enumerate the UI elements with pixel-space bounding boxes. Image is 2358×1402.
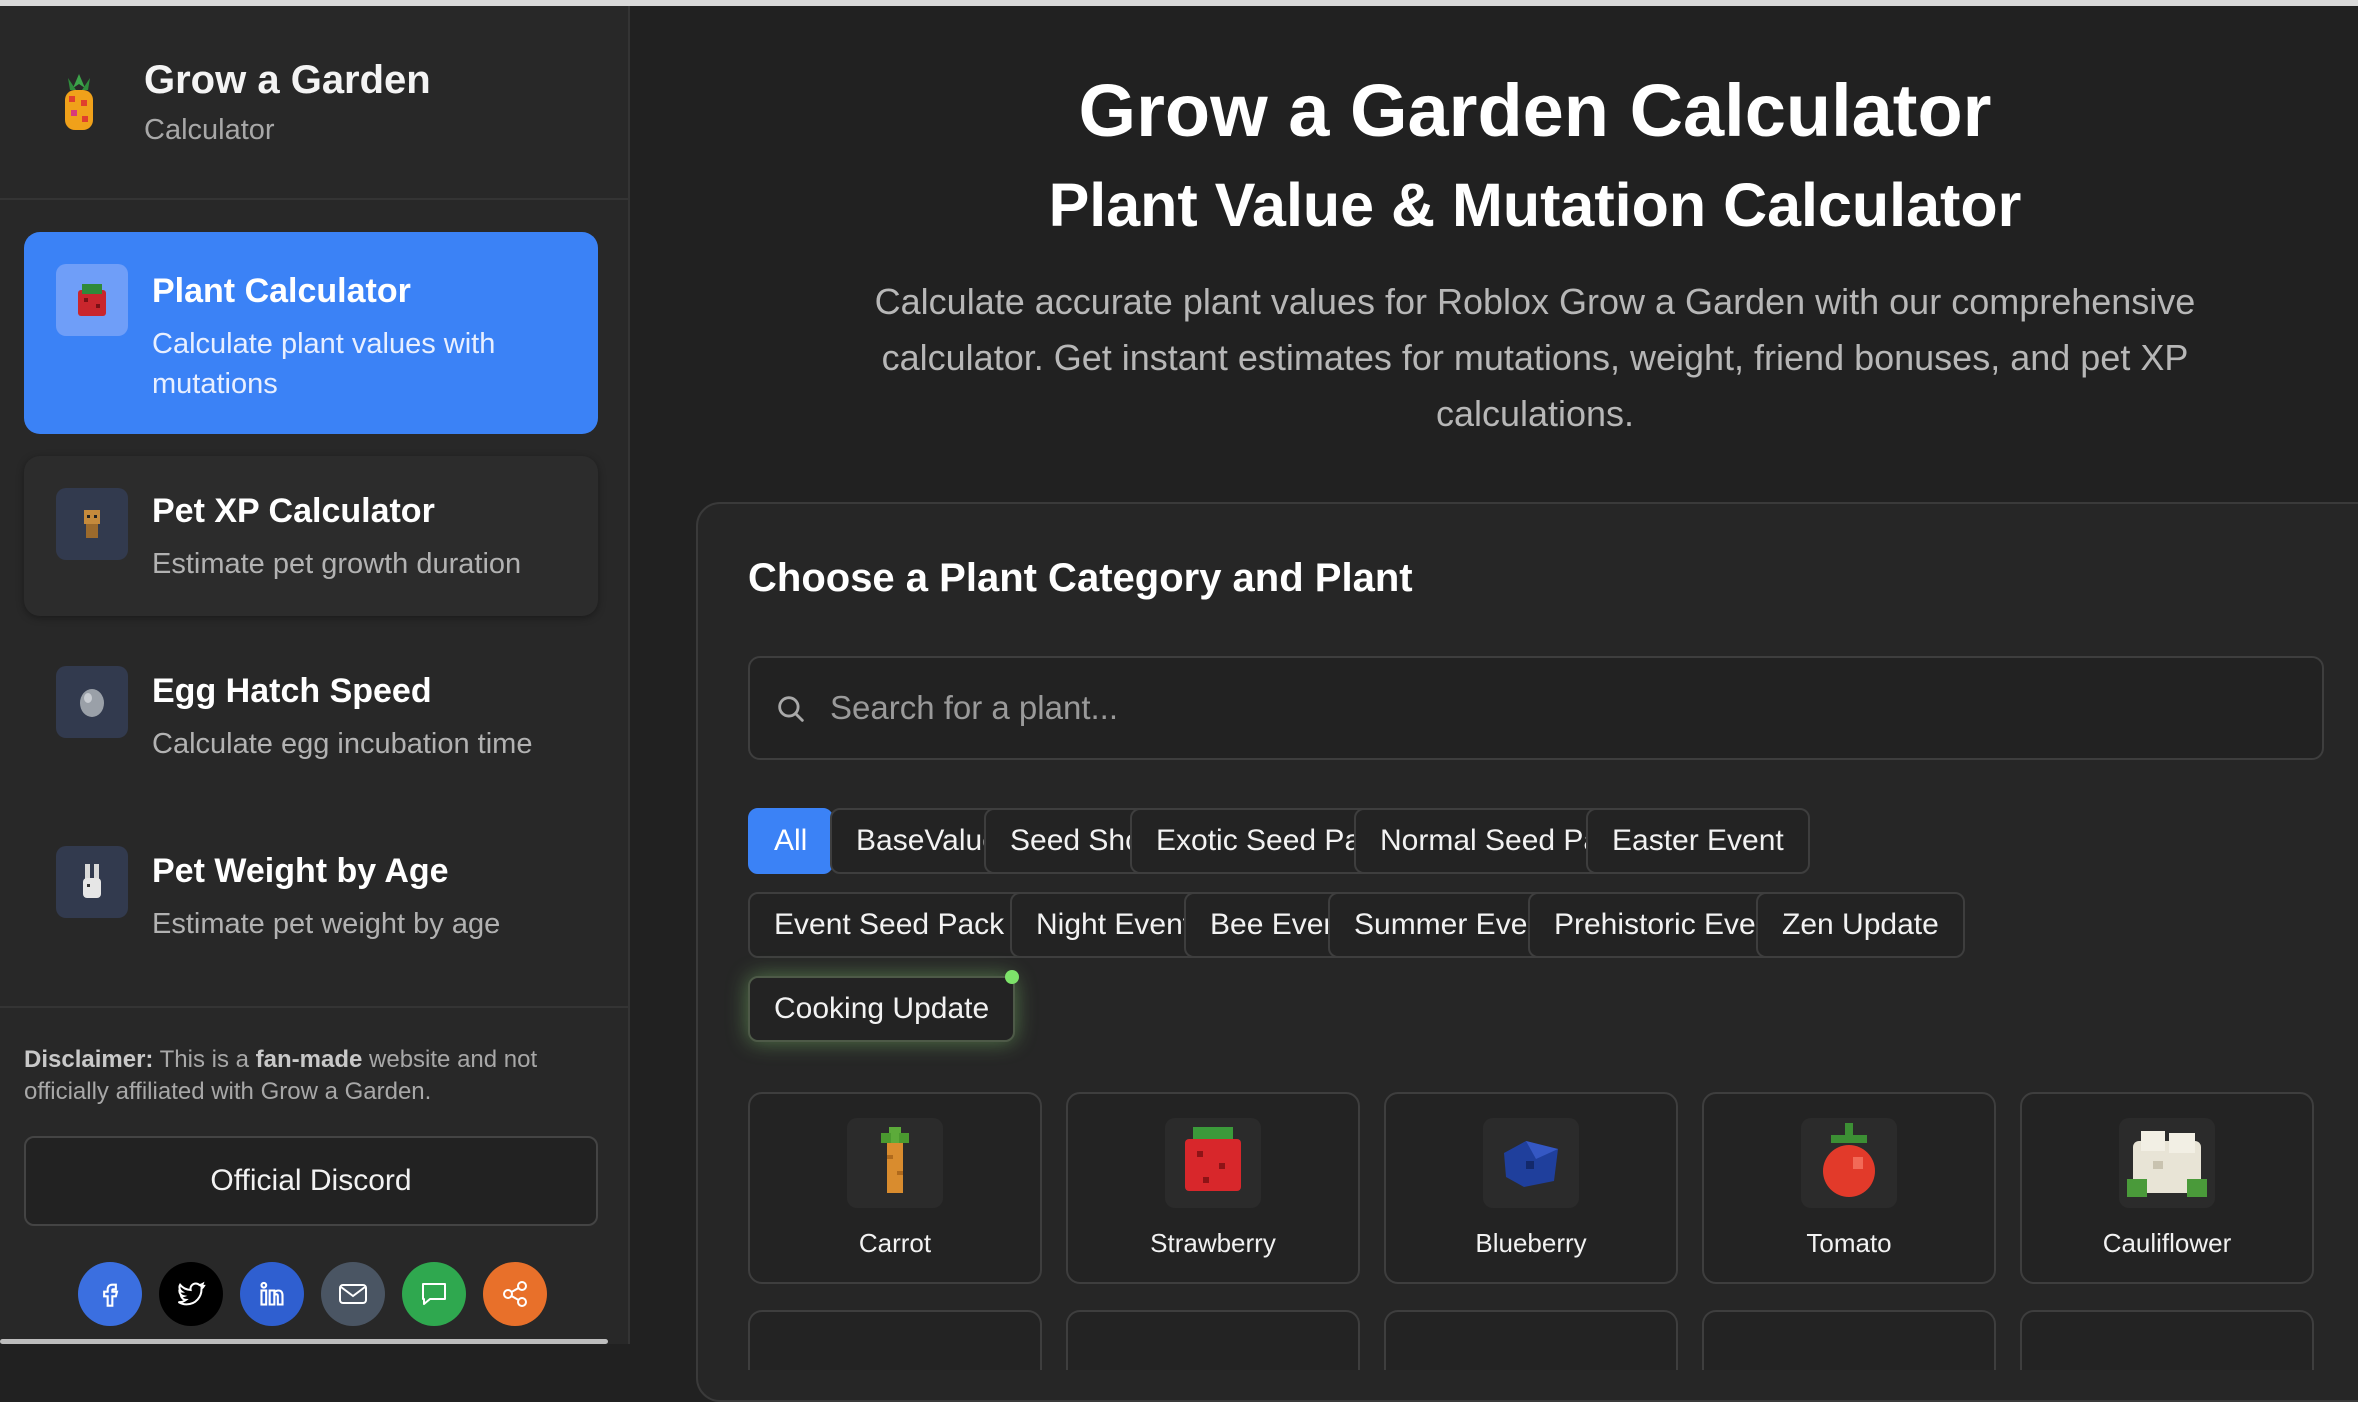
egg-icon (56, 666, 128, 738)
plant-name: Blueberry (1475, 1228, 1587, 1258)
new-indicator-dot (1005, 970, 1020, 984)
plant-card-carrot[interactable]: Carrot (748, 1092, 1042, 1284)
nav-title: Pet Weight by Age (152, 852, 449, 890)
page-title: Grow a Garden Calculator (1078, 69, 1992, 152)
category-chip-event-seed-pack[interactable]: Event Seed Pack (748, 892, 1031, 958)
tomato-icon (1801, 1118, 1897, 1208)
plant-card[interactable] (1384, 1310, 1678, 1370)
category-chip-cooking-update[interactable]: Cooking Update (748, 970, 1020, 1042)
plant-card[interactable] (748, 1310, 1042, 1370)
chip-label: Cooking Update (774, 992, 990, 1025)
nav-title: Plant Calculator (152, 272, 411, 310)
search-icon (778, 696, 804, 722)
plant-picker-panel: Choose a Plant Category and Plant All Ba… (696, 502, 2358, 1402)
brand-title: Grow a Garden (144, 58, 431, 102)
cauliflower-icon (2119, 1118, 2215, 1208)
category-chip-zen-update[interactable]: Zen Update (1756, 892, 1965, 958)
page-subtitle: Plant Value & Mutation Calculator (1048, 171, 2022, 239)
email-icon[interactable] (321, 1262, 385, 1326)
pineapple-icon (65, 74, 93, 130)
plant-card-blueberry[interactable]: Blueberry (1384, 1092, 1678, 1284)
sidebar-footer: Disclaimer: This is a fan-made website a… (0, 1006, 628, 1344)
plant-card[interactable] (1066, 1310, 1360, 1370)
nav-item-pet-weight-by-age[interactable]: Pet Weight by Age Estimate pet weight by… (24, 816, 598, 976)
sms-icon[interactable] (402, 1262, 466, 1326)
nav-description: Calculate plant values with mutations (152, 328, 496, 400)
share-icon[interactable] (483, 1262, 547, 1326)
plant-card-strawberry[interactable]: Strawberry (1066, 1092, 1360, 1284)
plant-card[interactable] (1702, 1310, 1996, 1370)
plant-card[interactable] (2020, 1310, 2314, 1370)
brand-header[interactable]: Grow a Garden Calculator (0, 6, 628, 200)
plant-name: Carrot (858, 1228, 932, 1258)
panel-title: Choose a Plant Category and Plant (748, 556, 1413, 600)
search-input[interactable] (830, 658, 2290, 758)
main-content: Grow a Garden Calculator Plant Value & M… (632, 6, 2358, 1402)
disclaimer-emphasis: fan-made (255, 1046, 363, 1073)
plant-search[interactable] (748, 656, 2324, 760)
nav-description: Calculate egg incubation time (152, 728, 533, 760)
page-description: Calculate accurate plant values for Robl… (874, 281, 2196, 434)
carrot-icon (847, 1118, 943, 1208)
category-chip-all[interactable]: All (748, 808, 834, 874)
sidebar: Grow a Garden Calculator Plant Calculato… (0, 6, 630, 1344)
nav-item-egg-hatch-speed[interactable]: Egg Hatch Speed Calculate egg incubation… (24, 636, 598, 796)
nav-item-plant-calculator[interactable]: Plant Calculator Calculate plant values … (24, 232, 598, 434)
disclaimer-text: This is a (153, 1046, 256, 1073)
social-share-row (78, 1262, 547, 1326)
nav-title: Pet XP Calculator (152, 492, 435, 530)
plant-name: Cauliflower (2102, 1228, 2232, 1258)
disclaimer-label: Disclaimer: (24, 1046, 154, 1073)
pet-icon (56, 488, 128, 560)
nav-description: Estimate pet growth duration (152, 548, 522, 580)
nav-description: Estimate pet weight by age (152, 908, 501, 940)
strawberry-icon (1165, 1118, 1261, 1208)
plant-card-tomato[interactable]: Tomato (1702, 1092, 1996, 1284)
twitter-icon[interactable] (159, 1262, 223, 1326)
nav-title: Egg Hatch Speed (152, 672, 432, 710)
nav-item-pet-xp-calculator[interactable]: Pet XP Calculator Estimate pet growth du… (24, 456, 598, 616)
horizontal-scrollbar[interactable] (0, 1339, 608, 1344)
bunny-icon (56, 846, 128, 918)
brand-subtitle: Calculator (144, 114, 275, 146)
plant-card-cauliflower[interactable]: Cauliflower (2020, 1092, 2314, 1284)
plant-name: Tomato (1806, 1228, 1892, 1258)
strawberry-block-icon (56, 264, 128, 336)
category-chip-easter-event[interactable]: Easter Event (1586, 808, 1810, 874)
official-discord-button[interactable]: Official Discord (24, 1136, 598, 1226)
blueberry-icon (1483, 1118, 1579, 1208)
plant-name: Strawberry (1150, 1228, 1276, 1258)
facebook-icon[interactable] (78, 1262, 142, 1326)
disclaimer: Disclaimer: This is a fan-made website a… (24, 1044, 604, 1108)
linkedin-icon[interactable] (240, 1262, 304, 1326)
